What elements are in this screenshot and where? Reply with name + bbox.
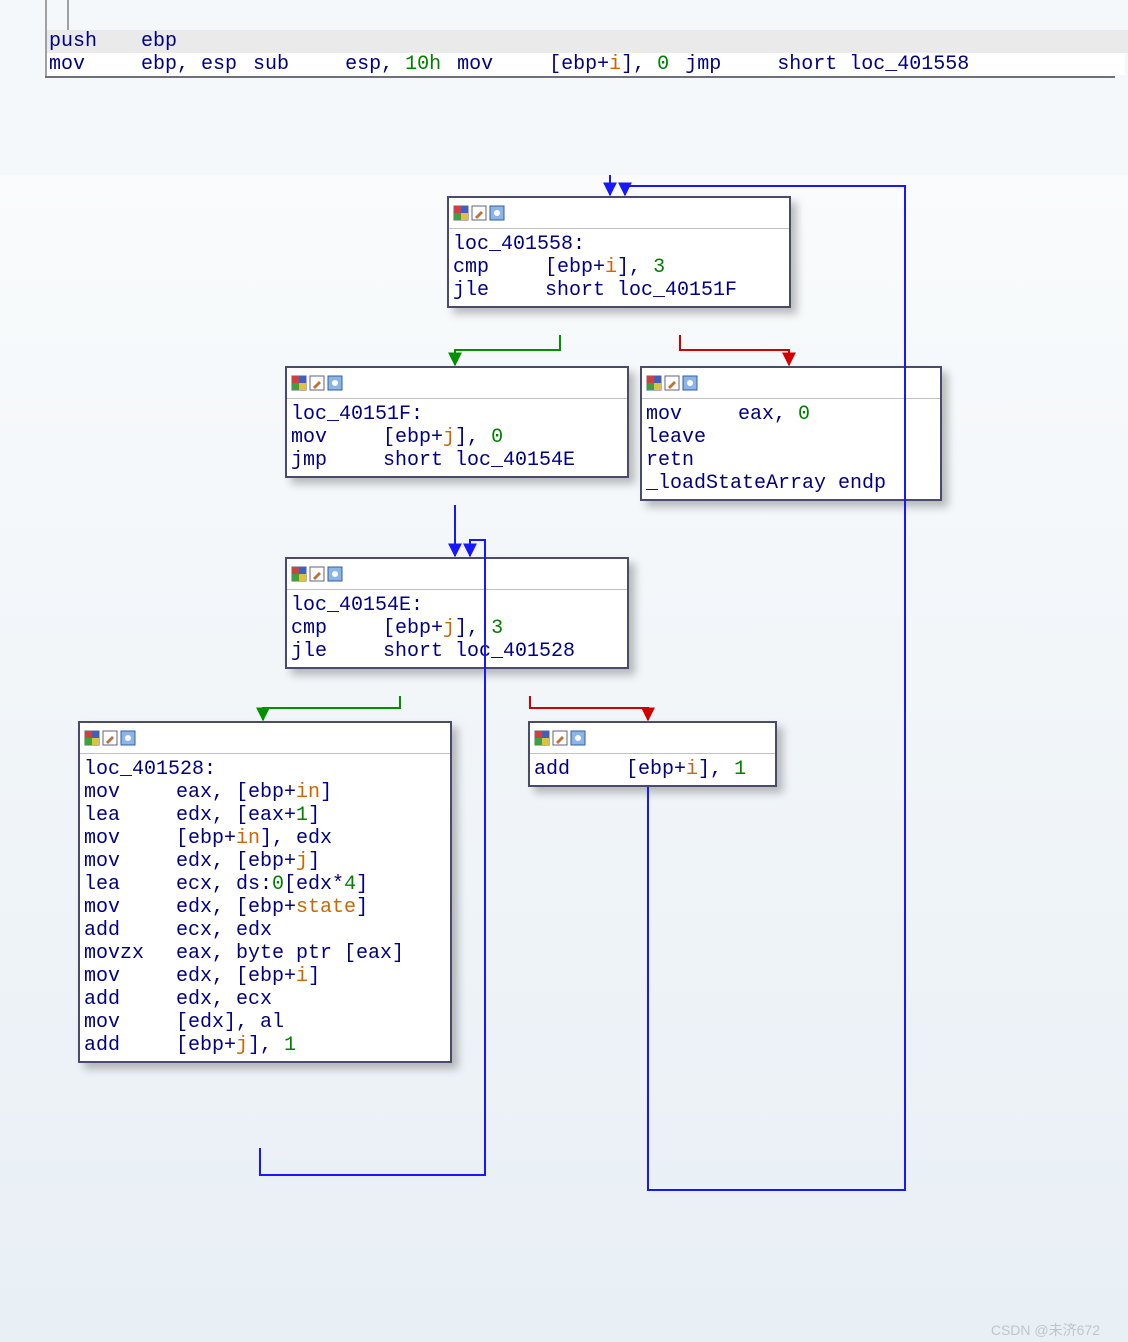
graph-node-increment-i[interactable]: add [ebp+i], 1: [528, 721, 777, 787]
asm-line: mov ebp, esp: [47, 53, 239, 76]
asm-line: push ebp: [47, 30, 1128, 53]
node-titlebar: [449, 198, 789, 229]
breakpoint-icon: [489, 205, 505, 221]
watermark: CSDN @未济672: [991, 1320, 1100, 1340]
graph-node-loc_40154E[interactable]: loc_40154E: cmp [ebp+j], 3 jle short loc…: [285, 557, 629, 669]
disasm-top-block: push ebp mov ebp, esp sub esp, 10h mov […: [45, 30, 1125, 78]
graph-node-loc_401528[interactable]: loc_401528: mov eax, [ebp+in] lea edx, […: [78, 721, 452, 1063]
asm-line: mov [ebp+i], 0: [455, 53, 671, 76]
graph-node-loc_401558[interactable]: loc_401558: cmp [ebp+i], 3 jle short loc…: [447, 196, 791, 308]
edit-icon: [471, 205, 487, 221]
graph-node-return[interactable]: mov eax, 0 leave retn _loadStateArray en…: [640, 366, 942, 501]
graph-node-loc_40151F[interactable]: loc_40151F: mov [ebp+j], 0 jmp short loc…: [285, 366, 629, 478]
asm-line: sub esp, 10h: [251, 53, 443, 76]
asm-line: jmp short loc_401558: [683, 53, 971, 76]
node-icon: [453, 205, 469, 221]
